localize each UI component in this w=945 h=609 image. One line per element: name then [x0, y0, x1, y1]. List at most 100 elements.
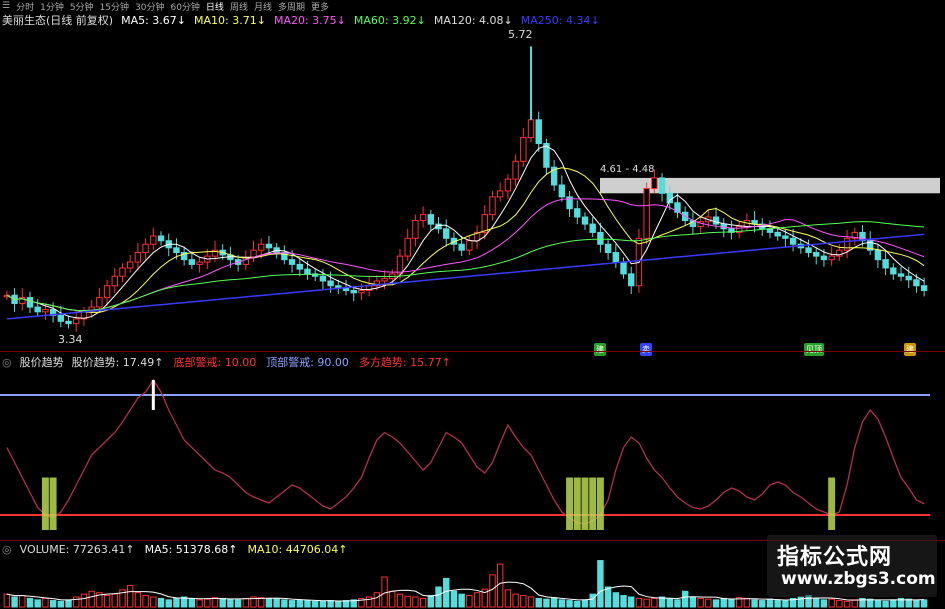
volume-bar	[597, 560, 604, 608]
volume-bar	[327, 600, 334, 608]
volume-bar	[319, 600, 327, 608]
candle-body	[589, 223, 596, 233]
volume-bar	[88, 590, 95, 608]
volume-bar	[496, 563, 504, 608]
candle-body	[604, 243, 612, 254]
volume-bar	[620, 595, 627, 608]
volume-bar	[728, 598, 735, 608]
volume-bar	[342, 600, 350, 608]
candle-body	[173, 247, 180, 254]
candle-body	[381, 278, 388, 282]
candle-body	[34, 306, 41, 313]
volume-bar	[57, 600, 65, 608]
volume-bar	[49, 600, 57, 608]
volume-bar	[204, 598, 211, 608]
candle-body	[396, 255, 404, 275]
volume-bar	[743, 597, 751, 608]
low-zone-bar	[49, 477, 57, 530]
candle-body	[350, 289, 357, 294]
candle-body	[658, 177, 666, 194]
candle-body	[612, 252, 620, 263]
volume-bar	[142, 595, 149, 608]
candle-body	[57, 314, 65, 322]
candle-body	[581, 216, 589, 225]
candle-body	[782, 235, 789, 239]
candle-body	[813, 252, 820, 257]
volume-bar	[550, 597, 558, 608]
volume-bar	[265, 597, 273, 608]
candle-body	[188, 259, 196, 265]
volume-bar	[211, 597, 219, 608]
candle-body	[150, 235, 157, 245]
candle-body	[258, 243, 265, 251]
volume-bar	[134, 592, 142, 608]
volume-bar	[643, 598, 650, 608]
volume-bar	[473, 592, 481, 608]
candle-body	[26, 297, 34, 308]
volume-bar	[774, 599, 781, 608]
candle-body	[319, 275, 327, 282]
candle-body	[157, 235, 165, 242]
volume-bar	[335, 600, 342, 608]
candle-body	[443, 228, 450, 239]
volume-bar	[489, 574, 496, 608]
candle-body	[103, 285, 111, 299]
volume-bar	[543, 598, 550, 608]
candle-body	[296, 263, 303, 270]
volume-bar	[288, 600, 296, 608]
volume-bar	[458, 593, 465, 608]
volume-bar	[504, 589, 512, 608]
candle-body	[558, 184, 566, 198]
volume-bar	[836, 600, 843, 608]
volume-bar	[311, 600, 319, 608]
candle-body	[913, 279, 920, 287]
candle-body	[73, 318, 80, 325]
volume-bar	[227, 598, 234, 608]
candle-body	[905, 275, 912, 281]
volume-bar	[674, 599, 681, 608]
candle-body	[620, 261, 627, 275]
candle-body	[412, 220, 419, 239]
candle-body	[458, 243, 465, 251]
volume-bar	[581, 599, 589, 608]
volume-bar	[828, 598, 835, 608]
candle-body	[196, 261, 203, 265]
candle-body	[882, 259, 889, 269]
volume-bar	[157, 597, 165, 608]
candle-body	[512, 160, 519, 180]
candle-body	[643, 188, 650, 239]
candle-body	[304, 268, 311, 275]
watermark-brand: 指标公式网	[777, 545, 893, 570]
volume-bar	[604, 586, 612, 608]
candle-body	[890, 267, 897, 275]
volume-bar	[281, 599, 288, 608]
candle-body	[489, 196, 496, 216]
candle-body	[65, 320, 72, 325]
candle-body	[504, 178, 512, 192]
volume-bar	[920, 599, 928, 608]
candle-body	[535, 119, 542, 145]
volume-bar	[681, 590, 689, 608]
candle-body	[820, 255, 828, 261]
low-zone-bar	[566, 477, 574, 530]
volume-bar	[712, 599, 720, 608]
candle-body	[142, 243, 149, 254]
candle-body	[712, 216, 720, 225]
volume-bar	[720, 597, 727, 608]
volume-bar	[435, 586, 442, 608]
candle-body	[628, 273, 635, 287]
volume-bar	[165, 599, 172, 608]
volume-bar	[628, 596, 635, 608]
volume-bar	[188, 597, 196, 608]
volume-bar	[73, 596, 80, 608]
volume-bar	[273, 598, 280, 608]
volume-bar	[574, 600, 581, 608]
candle-body	[527, 119, 535, 139]
volume-bar	[820, 599, 828, 608]
volume-bar	[19, 595, 26, 608]
volume-bar	[427, 595, 435, 608]
volume-bar	[443, 577, 450, 608]
candle-body	[96, 297, 103, 308]
volume-bar	[874, 600, 882, 608]
volume-bar	[103, 595, 111, 608]
